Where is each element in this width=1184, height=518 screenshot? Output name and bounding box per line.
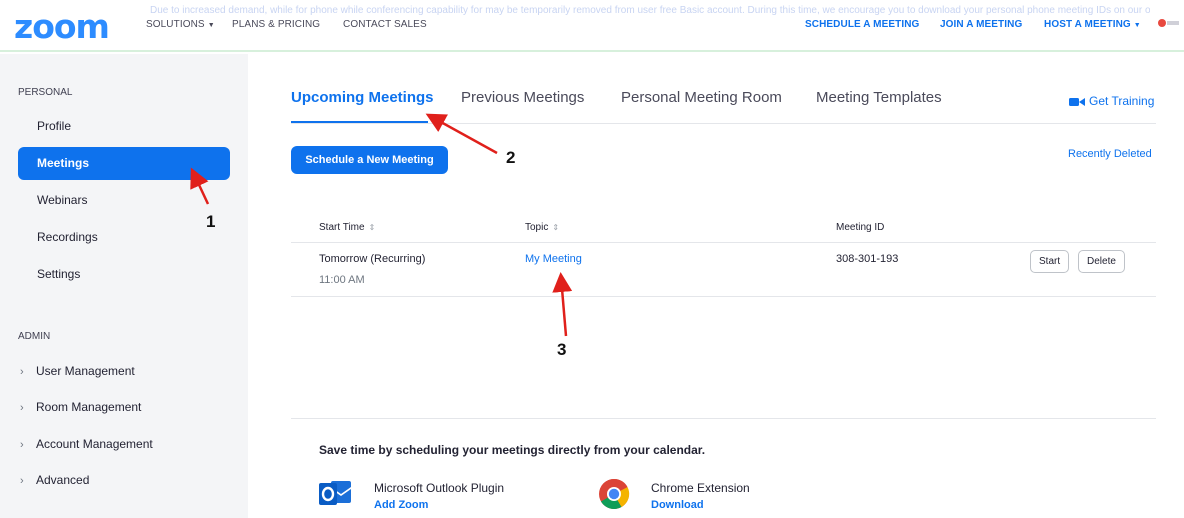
annotation-number-2: 2 [506, 148, 516, 167]
sidebar: PERSONAL Profile Meetings Webinars Recor… [0, 54, 248, 518]
nav-solutions[interactable]: SOLUTIONS ▼ [146, 19, 215, 30]
nav-plans-pricing[interactable]: PLANS & PRICING [232, 19, 320, 30]
sidebar-item-profile[interactable]: Profile [18, 110, 230, 143]
tab-previous-meetings[interactable]: Previous Meetings [461, 89, 584, 106]
chrome-download-link[interactable]: Download [651, 499, 704, 511]
sidebar-item-user-management[interactable]: › User Management [20, 355, 232, 388]
column-header-label: Topic [525, 222, 549, 233]
sidebar-item-recordings[interactable]: Recordings [18, 221, 230, 254]
sidebar-item-label: User Management [36, 364, 135, 378]
get-training-label: Get Training [1089, 94, 1155, 108]
faint-banner-text: Due to increased demand, while for phone… [150, 5, 1150, 16]
nav-join-meeting[interactable]: JOIN A MEETING [940, 19, 1022, 30]
sidebar-item-label: Account Management [36, 437, 153, 451]
meeting-id: 308-301-193 [836, 253, 899, 265]
annotation-number-1: 1 [206, 212, 216, 231]
sort-icon: ⇕ [368, 223, 376, 232]
sidebar-item-settings[interactable]: Settings [18, 258, 230, 291]
tab-divider [291, 123, 1156, 124]
promo-divider [291, 418, 1156, 419]
chevron-right-icon: › [20, 475, 24, 487]
tab-meeting-templates[interactable]: Meeting Templates [816, 89, 942, 106]
start-meeting-button[interactable]: Start [1030, 250, 1070, 273]
meeting-time: 11:00 AM [319, 274, 365, 286]
tab-personal-meeting-room[interactable]: Personal Meeting Room [621, 89, 782, 106]
sidebar-item-label: Room Management [36, 400, 142, 414]
meeting-start-time: Tomorrow (Recurring) [319, 253, 426, 265]
nav-schedule-meeting[interactable]: SCHEDULE A MEETING [805, 19, 919, 30]
outlook-icon [319, 481, 351, 505]
meeting-topic-link[interactable]: My Meeting [525, 253, 582, 265]
schedule-new-meeting-button[interactable]: Schedule a New Meeting [291, 146, 448, 174]
add-zoom-link[interactable]: Add Zoom [374, 499, 428, 511]
tab-upcoming-meetings[interactable]: Upcoming Meetings [291, 89, 434, 106]
sidebar-item-webinars[interactable]: Webinars [18, 184, 230, 217]
chevron-right-icon: › [20, 439, 24, 451]
nav-contact-sales[interactable]: CONTACT SALES [343, 19, 427, 30]
get-training-link[interactable]: Get Training [1069, 94, 1154, 108]
table-row-divider [291, 296, 1156, 297]
sidebar-item-room-management[interactable]: › Room Management [20, 391, 232, 424]
table-header-divider [291, 242, 1156, 243]
recently-deleted-link[interactable]: Recently Deleted [1068, 148, 1152, 160]
zoom-logo[interactable]: zoom [14, 7, 110, 46]
chevron-down-icon: ▼ [207, 22, 215, 29]
personal-heading: PERSONAL [18, 87, 73, 98]
chevron-down-icon: ▼ [1133, 22, 1141, 29]
admin-heading: ADMIN [18, 331, 51, 342]
column-header-label: Start Time [319, 222, 365, 233]
sidebar-item-label: Advanced [36, 473, 90, 487]
outlook-plugin-name: Microsoft Outlook Plugin [374, 481, 505, 495]
sidebar-item-account-management[interactable]: › Account Management [20, 428, 232, 461]
column-header-start-time[interactable]: Start Time ⇕ [319, 222, 375, 233]
top-navigation-bar: Due to increased demand, while for phone… [0, 0, 1184, 52]
avatar[interactable] [1158, 19, 1166, 27]
delete-meeting-button[interactable]: Delete [1078, 250, 1125, 273]
annotation-arrow-3 [552, 272, 573, 337]
chrome-icon [599, 479, 630, 510]
nav-host-meeting[interactable]: HOST A MEETING ▼ [1044, 19, 1141, 30]
calendar-promo-title: Save time by scheduling your meetings di… [319, 443, 706, 457]
chevron-right-icon: › [20, 366, 24, 378]
sidebar-item-advanced[interactable]: › Advanced [20, 464, 232, 497]
avatar-label-placeholder [1167, 21, 1179, 25]
column-header-meeting-id: Meeting ID [836, 222, 885, 233]
nav-host-meeting-label: HOST A MEETING [1044, 19, 1131, 30]
annotation-number-3: 3 [557, 340, 567, 359]
column-header-topic[interactable]: Topic ⇕ [525, 222, 559, 233]
sidebar-item-meetings[interactable]: Meetings [18, 147, 230, 180]
chrome-extension-name: Chrome Extension [651, 481, 750, 495]
sort-icon: ⇕ [552, 223, 560, 232]
video-camera-icon [1069, 97, 1085, 106]
chevron-right-icon: › [20, 402, 24, 414]
nav-solutions-label: SOLUTIONS [146, 19, 205, 30]
